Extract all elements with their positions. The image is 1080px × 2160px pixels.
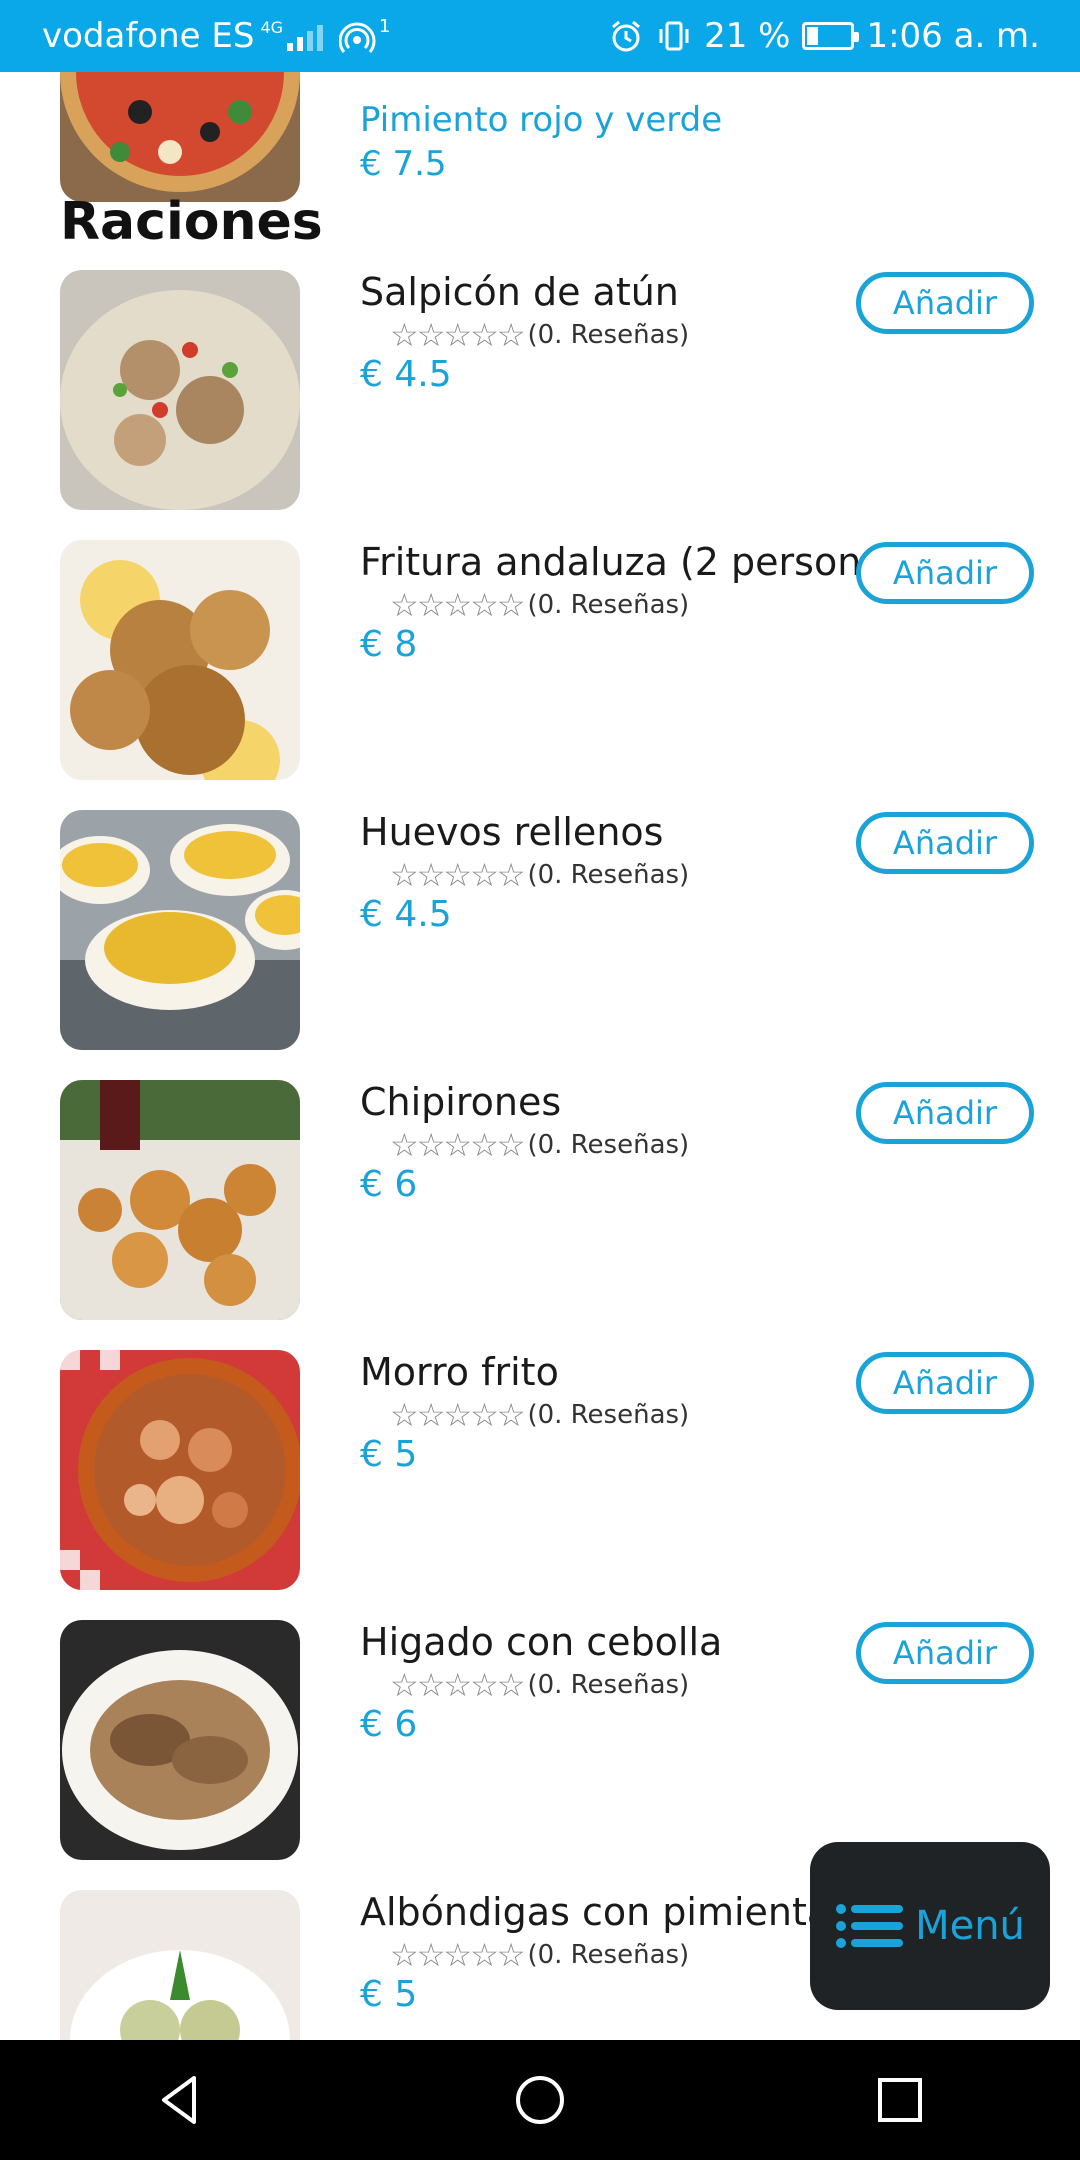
review-count: (0. Reseñas)	[527, 320, 690, 350]
review-count: (0. Reseñas)	[527, 860, 690, 890]
food-image	[60, 540, 300, 780]
battery-percent: 21 %	[704, 16, 791, 56]
star-rating-icon: ☆☆☆☆☆	[390, 316, 525, 354]
signal-icon	[287, 21, 324, 51]
add-button[interactable]: Añadir	[856, 1352, 1034, 1414]
item-name: Albóndigas con pimienta	[360, 1890, 831, 1934]
menu-list[interactable]: Pimiento rojo y verde € 7.5 Raciones Sal…	[0, 72, 1080, 2040]
back-icon[interactable]	[150, 2070, 210, 2130]
item-price: € 6	[360, 1164, 418, 1205]
rating: ☆☆☆☆☆ (0. Reseñas)	[390, 1936, 689, 1974]
battery-icon	[802, 22, 860, 50]
network-type: 4G	[260, 17, 284, 37]
food-image	[60, 1620, 300, 1860]
item-name: Salpicón de atún	[360, 270, 679, 314]
star-rating-icon: ☆☆☆☆☆	[390, 586, 525, 624]
item-name: Morro frito	[360, 1350, 559, 1394]
rating: ☆☆☆☆☆ (0. Reseñas)	[390, 1126, 689, 1164]
item-price: € 7.5	[360, 144, 447, 184]
item-price: € 6	[360, 1704, 418, 1745]
item-description: Pimiento rojo y verde	[360, 100, 723, 140]
list-item: Chipirones ☆☆☆☆☆ (0. Reseñas) € 6 Añadir	[0, 1080, 1080, 1350]
clock: 1:06 a. m.	[866, 16, 1040, 56]
item-price: € 5	[360, 1974, 418, 2015]
star-rating-icon: ☆☆☆☆☆	[390, 1936, 525, 1974]
food-image	[60, 810, 300, 1050]
item-name: Higado con cebolla	[360, 1620, 723, 1664]
item-name: Huevos rellenos	[360, 810, 664, 854]
star-rating-icon: ☆☆☆☆☆	[390, 1396, 525, 1434]
add-button[interactable]: Añadir	[856, 272, 1034, 334]
food-image	[60, 1890, 300, 2040]
status-bar: vodafone ES 4G 1 21 % 1:06 a. m.	[0, 0, 1080, 72]
rating: ☆☆☆☆☆ (0. Reseñas)	[390, 1396, 689, 1434]
item-price: € 4.5	[360, 354, 452, 395]
system-nav-bar	[0, 2040, 1080, 2160]
rating: ☆☆☆☆☆ (0. Reseñas)	[390, 586, 689, 624]
rating: ☆☆☆☆☆ (0. Reseñas)	[390, 856, 689, 894]
item-price: € 8	[360, 624, 418, 665]
list-item: Fritura andaluza (2 personas ☆☆☆☆☆ (0. Re…	[0, 540, 1080, 810]
review-count: (0. Reseñas)	[527, 590, 690, 620]
alarm-icon	[612, 20, 641, 52]
status-right: 21 % 1:06 a. m.	[608, 0, 1040, 72]
list-item: Salpicón de atún ☆☆☆☆☆ (0. Reseñas) € 4.5…	[0, 270, 1080, 540]
section-title: Raciones	[60, 192, 323, 252]
star-rating-icon: ☆☆☆☆☆	[390, 1126, 525, 1164]
rating: ☆☆☆☆☆ (0. Reseñas)	[390, 1666, 689, 1704]
review-count: (0. Reseñas)	[527, 1940, 690, 1970]
add-button[interactable]: Añadir	[856, 1082, 1034, 1144]
food-image	[60, 270, 300, 510]
hotspot-badge: 1	[379, 15, 391, 37]
item-name: Fritura andaluza (2 personas	[360, 540, 860, 584]
review-count: (0. Reseñas)	[527, 1130, 690, 1160]
menu-fab-button[interactable]: Menú	[810, 1842, 1050, 2010]
status-left: vodafone ES 4G 1	[42, 0, 390, 72]
review-count: (0. Reseñas)	[527, 1400, 690, 1430]
item-name: Chipirones	[360, 1080, 562, 1124]
review-count: (0. Reseñas)	[527, 1670, 690, 1700]
hotspot-icon	[339, 22, 376, 53]
recents-icon[interactable]	[870, 2070, 930, 2130]
star-rating-icon: ☆☆☆☆☆	[390, 856, 525, 894]
star-rating-icon: ☆☆☆☆☆	[390, 1666, 525, 1704]
list-icon	[836, 1904, 904, 1948]
vibrate-icon	[659, 21, 689, 51]
add-button[interactable]: Añadir	[856, 1622, 1034, 1684]
item-price: € 4.5	[360, 894, 452, 935]
list-item: Morro frito ☆☆☆☆☆ (0. Reseñas) € 5 Añadir	[0, 1350, 1080, 1620]
list-item: Huevos rellenos ☆☆☆☆☆ (0. Reseñas) € 4.5 …	[0, 810, 1080, 1080]
rating: ☆☆☆☆☆ (0. Reseñas)	[390, 316, 689, 354]
pizza-image	[60, 72, 300, 202]
add-button[interactable]: Añadir	[856, 542, 1034, 604]
add-button[interactable]: Añadir	[856, 812, 1034, 874]
food-image	[60, 1350, 300, 1590]
item-price: € 5	[360, 1434, 418, 1475]
menu-fab-label: Menú	[915, 1903, 1025, 1949]
food-image	[60, 1080, 300, 1320]
home-icon[interactable]	[510, 2070, 570, 2130]
carrier-label: vodafone ES	[42, 16, 255, 56]
